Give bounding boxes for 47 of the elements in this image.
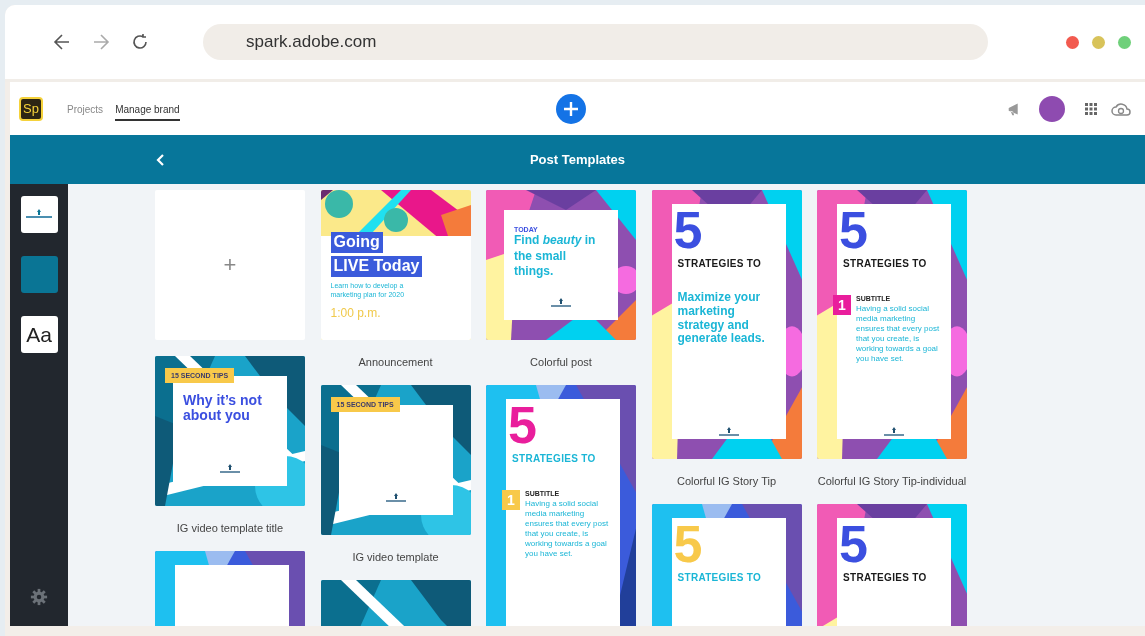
page-title: Post Templates (529, 152, 626, 167)
window-dot[interactable] (1092, 35, 1105, 49)
template-name: Colorful IG Story Tip-individual (817, 475, 967, 487)
window-dot[interactable] (1118, 35, 1131, 49)
strap-heading: STRATEGIES TO (677, 572, 762, 583)
nav-tab[interactable]: Projects (67, 96, 104, 121)
logo-icon (24, 208, 54, 221)
headline: Going (330, 232, 383, 253)
strap-heading: STRATEGIES TO (512, 453, 596, 464)
template-name: IG video template (352, 551, 439, 563)
lead-text: Maximize your marketing strategy and generate leads. (677, 291, 766, 347)
strap-heading: STRATEGIES TO (843, 258, 927, 269)
address-bar[interactable]: spark.adobe.com (203, 24, 988, 60)
template-name: Colorful IG Story Tip (676, 475, 776, 487)
new-template-button[interactable]: + (155, 190, 305, 340)
big-numeral: 5 (839, 204, 868, 256)
apps-grid-icon[interactable] (1085, 102, 1097, 115)
brand-font-tile[interactable]: Aa (20, 316, 58, 353)
reload-icon[interactable] (130, 32, 150, 52)
big-numeral: 5 (673, 204, 703, 256)
avatar[interactable] (1039, 95, 1065, 122)
brand-logo-tile[interactable] (20, 196, 58, 233)
step-text: Having a solid social media marketing ensures that every post that you create, is working towards a goal you have set. (525, 499, 610, 559)
big-numeral: 5 (839, 518, 868, 570)
big-numeral: 5 (508, 399, 537, 451)
strap-heading: STRATEGIES TO (677, 258, 762, 269)
window-dot[interactable] (1066, 35, 1079, 49)
time-text: 1:00 p.m. (330, 306, 381, 321)
step-text: Having a solid social media marketing ensures that every post that you create, is working towards a goal you have set. (856, 304, 941, 364)
headline: LIVE Today (330, 255, 423, 277)
add-icon[interactable] (556, 93, 587, 124)
template-name: IG video template title (176, 522, 284, 534)
app-logo[interactable]: Sp (19, 96, 43, 121)
back-icon[interactable] (52, 32, 72, 52)
strap-heading: STRATEGIES TO (843, 572, 927, 583)
forward-icon[interactable] (91, 32, 111, 52)
step-number: 1 (833, 295, 851, 315)
settings-icon[interactable] (30, 588, 48, 606)
template-name: Announcement (358, 356, 433, 368)
back-chevron-icon[interactable] (156, 153, 166, 166)
big-numeral: 5 (673, 518, 703, 570)
template-name: Colorful post (530, 356, 592, 368)
headline: Find beauty in the small things. (514, 233, 597, 280)
step-number: 1 (502, 490, 520, 510)
brand-color-tile[interactable] (20, 256, 58, 293)
nav-tab[interactable]: Manage brand (115, 96, 180, 121)
headline: Why it’s not about you (183, 393, 263, 423)
